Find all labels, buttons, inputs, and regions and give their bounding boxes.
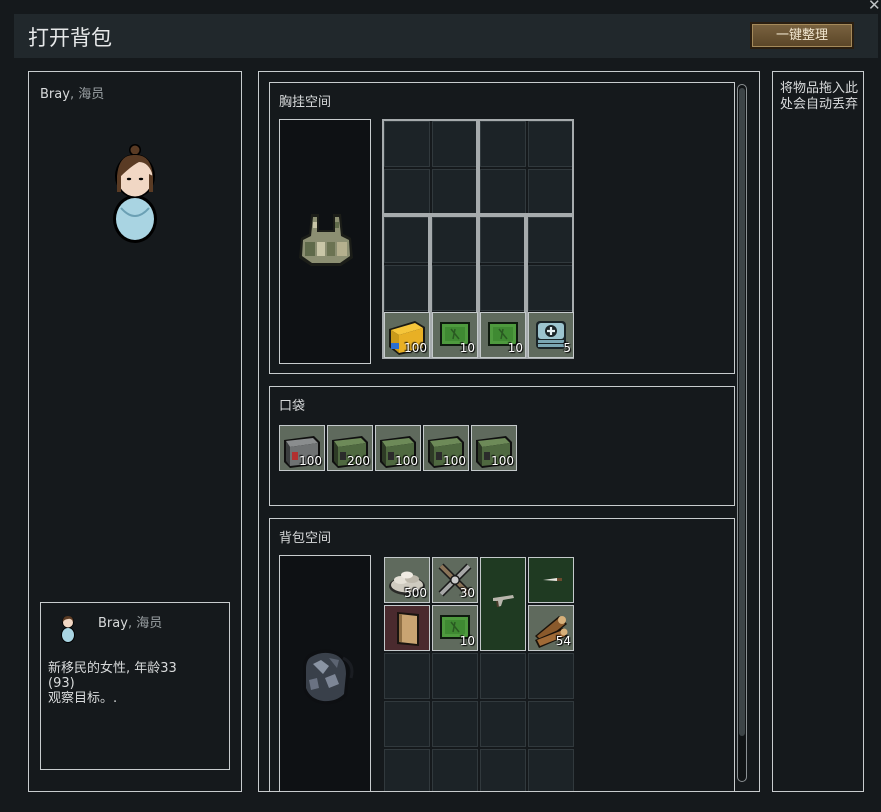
backpack-section-title: 背包空间 <box>279 531 332 546</box>
backpack-slot[interactable] <box>384 701 430 747</box>
card-role: , 海员 <box>127 616 163 631</box>
backpack-item[interactable]: 54 <box>528 605 574 651</box>
item-quantity: 100 <box>404 341 427 355</box>
vest-section-title: 胸挂空间 <box>279 95 332 110</box>
backpack-slot[interactable] <box>384 749 430 791</box>
pawn-panel: Bray, 海员 Bray, 海员 新移民的女性, 年龄33 (93) 观察目标… <box>28 71 242 792</box>
pawn-name-label: Bray, 海员 <box>40 83 104 102</box>
pocket-item[interactable]: 100 <box>471 425 517 471</box>
card-pawn-name: Bray, 海员 <box>98 612 162 631</box>
vest-pouch-block <box>478 119 574 215</box>
pawn-name: Bray <box>40 87 70 102</box>
pawn-description: 新移民的女性, 年龄33 (93) 观察目标。. <box>48 661 223 706</box>
backpack-section: 背包空间 500 30 10 54 <box>269 518 735 791</box>
pocket-item[interactable]: 100 <box>279 425 325 471</box>
card-name: Bray <box>98 616 128 631</box>
equipped-chest-rig-slot[interactable] <box>279 119 371 364</box>
backpack-item[interactable]: 10 <box>432 605 478 651</box>
backpack-item[interactable] <box>480 557 526 651</box>
pockets-section-title: 口袋 <box>279 399 306 414</box>
item-quantity: 10 <box>459 634 475 648</box>
backpack-slot[interactable] <box>528 701 574 747</box>
backpack-slot[interactable] <box>480 701 526 747</box>
pawn-info-card: Bray, 海员 新移民的女性, 年龄33 (93) 观察目标。. <box>40 602 230 770</box>
pawn-mini-portrait-icon <box>61 616 75 643</box>
item-quantity: 100 <box>491 454 514 468</box>
item-quantity: 30 <box>459 586 475 600</box>
pocket-item[interactable]: 200 <box>327 425 373 471</box>
backpack-slot[interactable] <box>528 749 574 791</box>
scrollbar-thumb[interactable] <box>739 88 745 736</box>
close-icon[interactable]: ✕ <box>868 0 881 13</box>
backpack-item[interactable]: 500 <box>384 557 430 603</box>
backpack-item[interactable] <box>528 557 574 603</box>
vest-item[interactable]: 10 <box>480 312 526 358</box>
window-title: 打开背包 <box>28 26 112 50</box>
pawn-role: , 海员 <box>69 87 105 102</box>
vest-item[interactable]: 100 <box>384 312 430 358</box>
pawn-portrait-icon <box>113 144 157 243</box>
sort-button[interactable]: 一键整理 <box>750 22 854 49</box>
pockets-section: 口袋 100 200 100 100 100 <box>269 386 735 506</box>
vest-item[interactable]: 5 <box>528 312 574 358</box>
item-quantity: 54 <box>555 634 571 648</box>
chest-rig-icon <box>299 214 353 266</box>
item-quantity: 200 <box>347 454 370 468</box>
item-quantity: 500 <box>404 586 427 600</box>
backpack-icon <box>303 649 354 705</box>
backpack-slot[interactable] <box>432 701 478 747</box>
vest-pouch-block <box>382 119 478 215</box>
backpack-slot[interactable] <box>432 653 478 699</box>
drop-zone-text: 将物品拖入此处会自动丢弃 <box>779 81 858 112</box>
inventory-panel[interactable]: 胸挂空间 100 10 10 5 口袋 100 200 100 100 100 … <box>258 71 760 792</box>
backpack-slot[interactable] <box>432 749 478 791</box>
revolver-icon <box>493 595 514 608</box>
book-icon <box>397 612 419 646</box>
window-titlebar: 打开背包 一键整理 <box>14 14 878 58</box>
backpack-slot[interactable] <box>480 653 526 699</box>
equipped-backpack-slot[interactable] <box>279 555 371 791</box>
pocket-item[interactable]: 100 <box>423 425 469 471</box>
item-quantity: 100 <box>299 454 322 468</box>
item-quantity: 100 <box>395 454 418 468</box>
vest-item[interactable]: 10 <box>432 312 478 358</box>
pawn-desc-line-1: 新移民的女性, 年龄33 <box>48 661 177 676</box>
backpack-item[interactable]: 30 <box>432 557 478 603</box>
vest-section: 胸挂空间 100 10 10 5 <box>269 82 735 374</box>
pawn-desc-line-3: 观察目标。. <box>48 691 118 706</box>
pawn-desc-line-2: (93) <box>48 676 75 691</box>
item-quantity: 10 <box>459 341 475 355</box>
knife-icon <box>543 578 562 581</box>
backpack-slot[interactable] <box>528 653 574 699</box>
item-quantity: 100 <box>443 454 466 468</box>
backpack-slot[interactable] <box>384 653 430 699</box>
item-quantity: 10 <box>507 341 523 355</box>
item-quantity: 5 <box>563 341 571 355</box>
pocket-item[interactable]: 100 <box>375 425 421 471</box>
backpack-slot[interactable] <box>480 749 526 791</box>
inventory-scrollbar[interactable] <box>737 84 747 782</box>
backpack-item[interactable] <box>384 605 430 651</box>
drop-zone[interactable]: 将物品拖入此处会自动丢弃 <box>772 71 864 792</box>
